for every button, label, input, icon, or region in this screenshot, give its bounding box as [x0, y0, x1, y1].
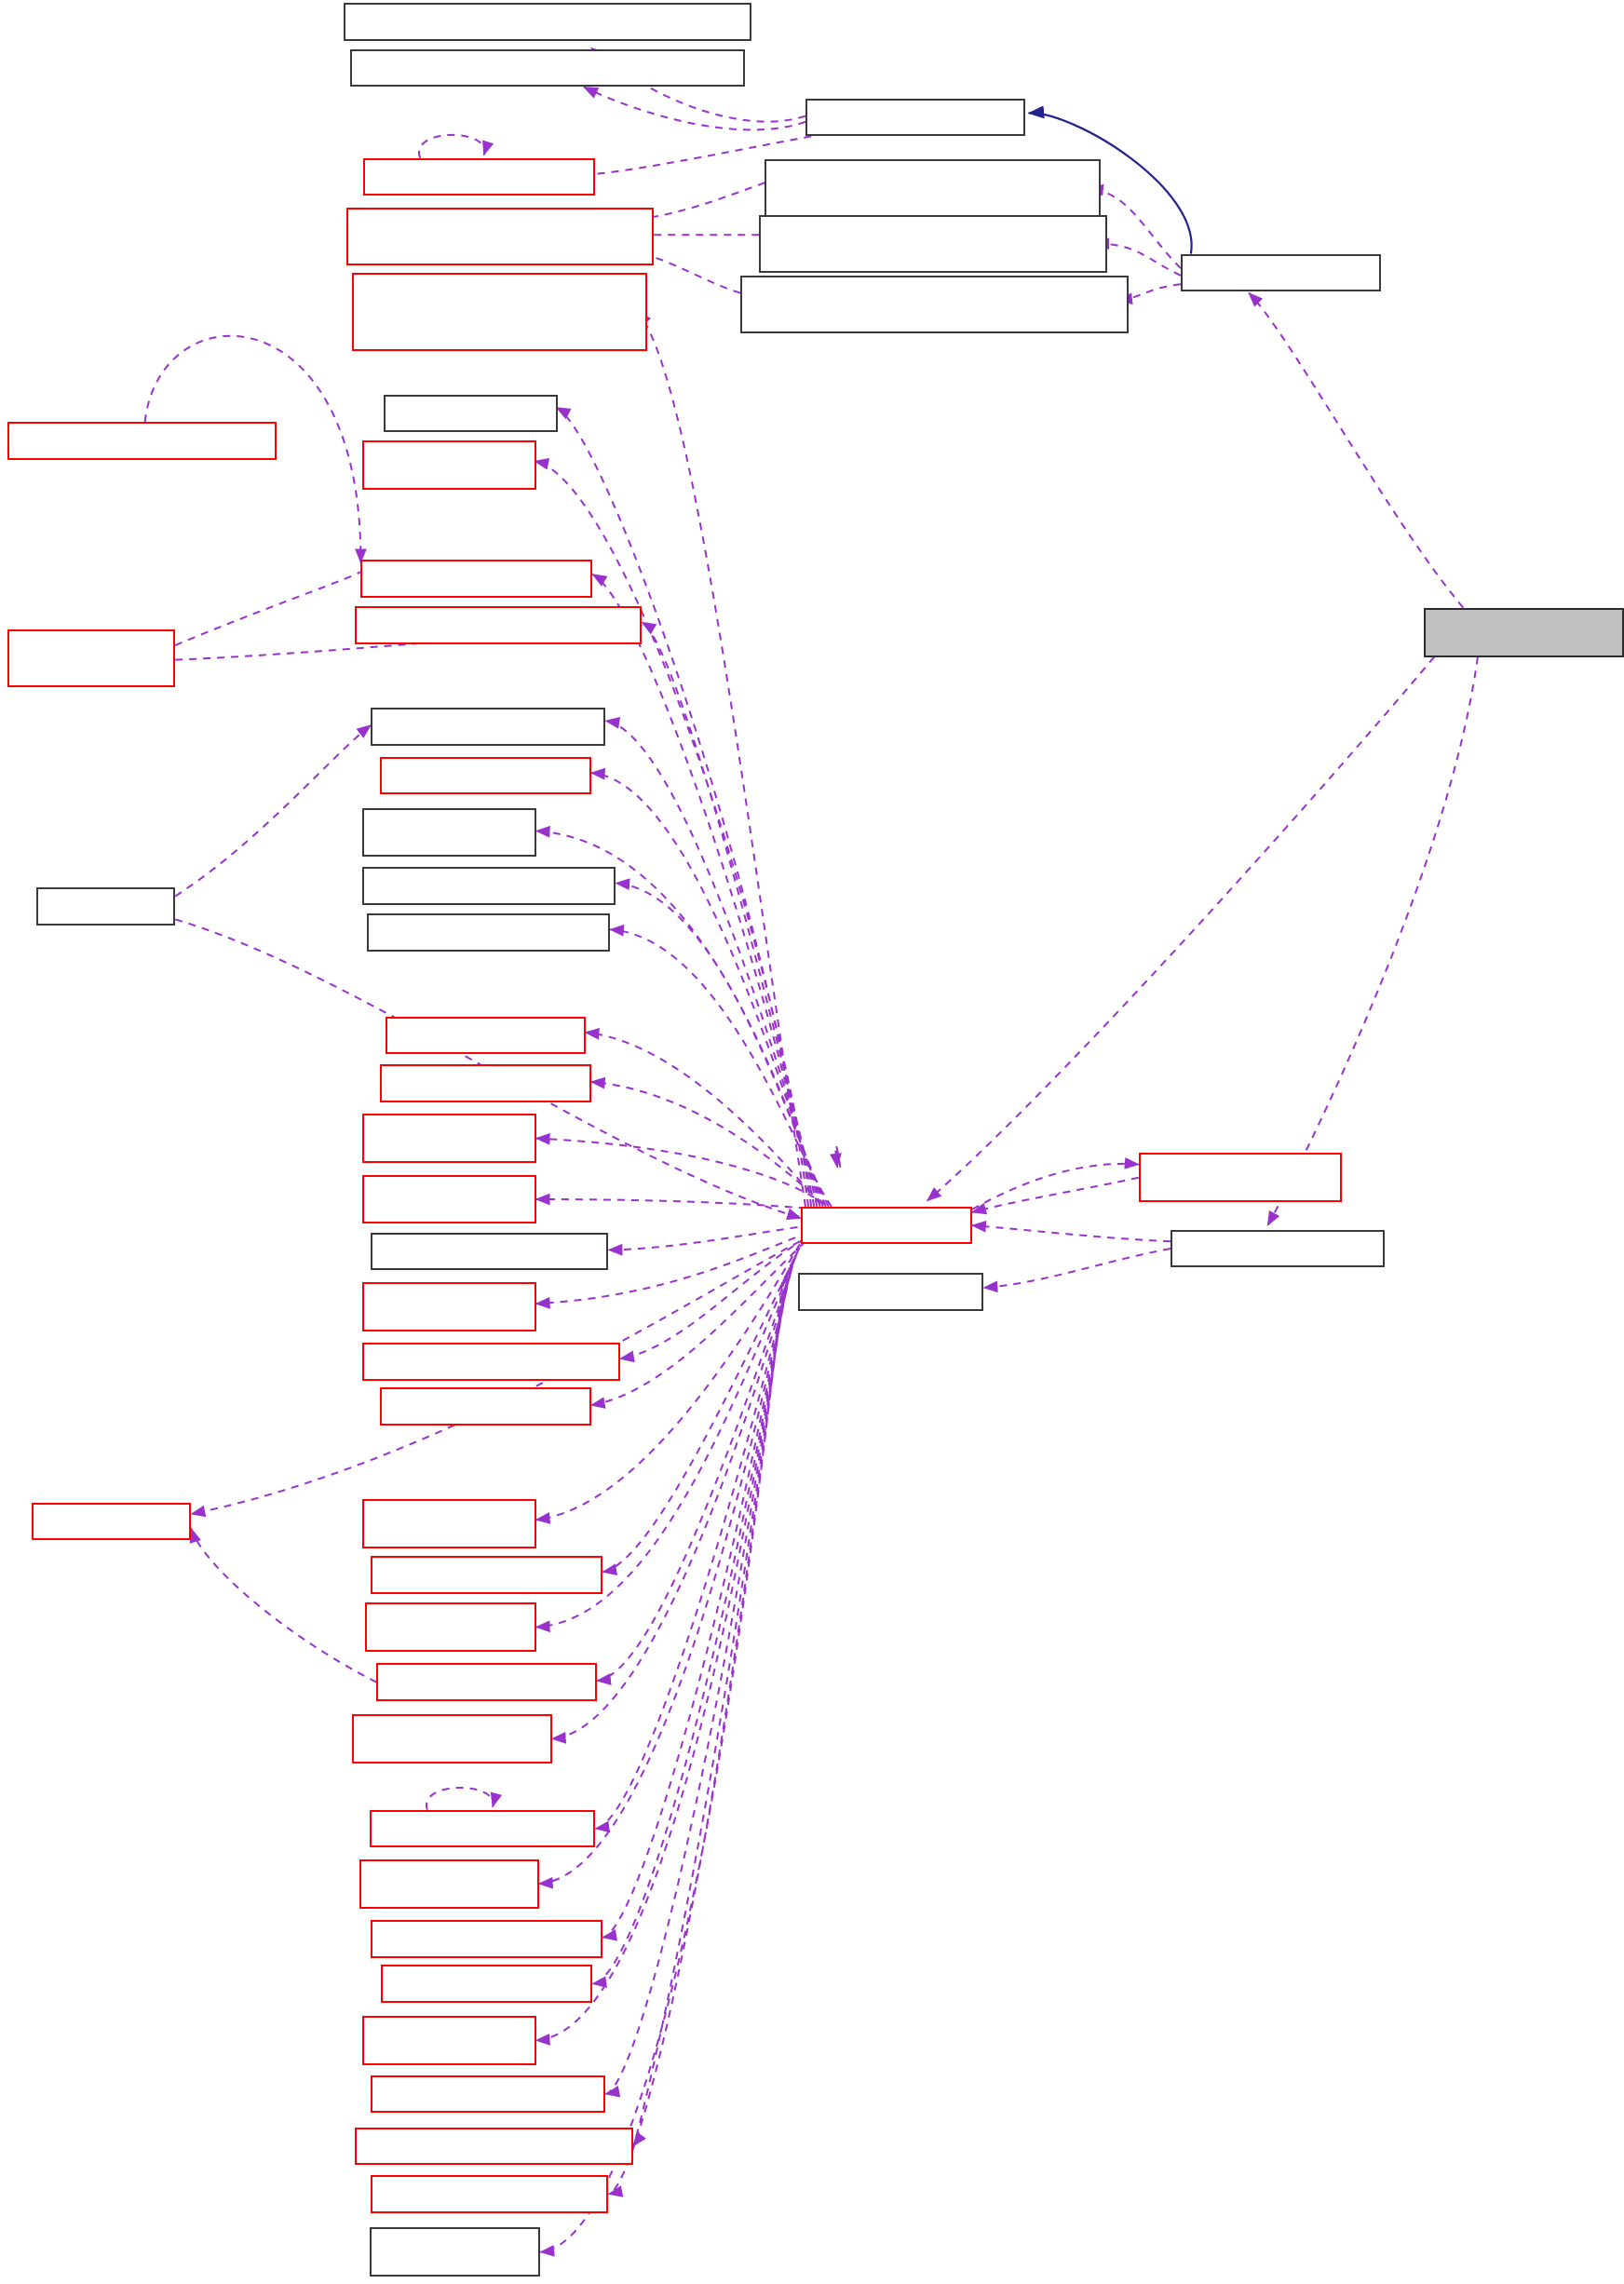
association-edge [1094, 237, 1182, 277]
association-edge [982, 1248, 1171, 1293]
association-edge [589, 1076, 824, 1205]
association-edge [426, 1787, 503, 1811]
class-node-tao-stub-factory[interactable] [385, 1016, 586, 1055]
class-node-tao-fault-tolerance-service[interactable] [361, 440, 536, 491]
class-node-tao-intrusive-ref-count-handle-rc-codebase-url-map[interactable] [739, 275, 1129, 334]
class-node-ace-string-base-char[interactable] [7, 422, 277, 460]
class-node-tao-flushing-strategy[interactable] [366, 913, 610, 952]
class-node-tao-ziop-adapter[interactable] [381, 1965, 593, 2003]
class-node-tao-adapter[interactable] [35, 887, 176, 926]
association-edge [189, 1527, 377, 1683]
association-edge [174, 723, 372, 898]
class-node-ace-lock-adapter-tao-synch-mutex[interactable] [359, 1858, 539, 1909]
association-edge [830, 1144, 842, 1169]
association-edge [589, 1240, 806, 1409]
class-node-tao-parser-registry[interactable] [379, 1387, 591, 1426]
class-node-tao-resource-factory[interactable] [371, 2075, 606, 2114]
class-node-ace-time-value[interactable] [384, 394, 558, 433]
association-edge [596, 1252, 798, 1685]
class-node-tao-cleanup-func-registry[interactable] [355, 606, 643, 644]
class-node-tao-request-dispatcher[interactable] [361, 867, 616, 905]
class-node-tao-orb-core[interactable] [801, 1206, 972, 1245]
class-node-tao-valuetype-adapter[interactable] [371, 2175, 609, 2213]
class-node-tao-thread-lane-resources-manager[interactable] [1138, 1153, 1342, 1203]
class-node-tao-orbinitializer-registry-adapter[interactable] [365, 1602, 536, 1652]
association-edge [970, 1220, 1171, 1243]
class-node-tao-objectkey-table[interactable] [371, 1920, 603, 1958]
association-edge [607, 1278, 785, 2197]
association-edge [636, 311, 806, 1207]
class-node-tao-endpoint-selector-factory[interactable] [361, 1174, 536, 1224]
class-node-ace-array-map-ace-cstring-ace-cstring[interactable] [7, 628, 176, 688]
association-edge [971, 1156, 1140, 1210]
association-edge [535, 1243, 801, 1524]
class-node-tao-service-context-registry[interactable] [361, 1281, 536, 1331]
class-node-ace-inputcdr[interactable] [805, 98, 1026, 137]
association-edge [584, 1027, 821, 1205]
association-edge [636, 182, 765, 224]
class-node-tao-server-strategy-factory[interactable] [361, 2015, 536, 2065]
association-edge [418, 133, 494, 159]
edge-layer [143, 47, 1479, 2257]
association-edge [591, 573, 816, 1207]
class-node-ace-message-block[interactable] [363, 157, 596, 196]
class-node-tao-policy-set[interactable] [32, 1502, 192, 1540]
class-node-tao-bidir-adapter[interactable] [379, 1064, 591, 1102]
association-edge [602, 1264, 792, 1941]
association-edge [641, 621, 819, 1208]
class-node-tao-client-strategy-factory[interactable] [361, 1114, 536, 1164]
class-node-tao-giop-locate-request-header[interactable] [1424, 607, 1624, 657]
association-edge [1248, 291, 1465, 609]
association-edge [591, 1267, 791, 1988]
class-node-tao-adapter-registry[interactable] [371, 708, 606, 746]
class-node-ace-atomic-op-tao-synch-mutex-unsigned-long[interactable] [352, 272, 648, 351]
class-node-tao-pseudo-var-t-object[interactable] [355, 2127, 633, 2166]
class-node-tao-intrusive-ref-count-handle-rc-value-map[interactable] [765, 159, 1102, 218]
class-node-tao-policy-current[interactable] [379, 756, 591, 795]
class-node-tao-orb-parameters[interactable] [360, 560, 593, 598]
association-edge [602, 1246, 801, 1575]
class-node-tao-intrusive-ref-count-handle-rc-repo-id-map[interactable] [759, 214, 1107, 273]
association-edge [589, 767, 824, 1208]
association-edge [615, 878, 830, 1208]
association-edge [174, 570, 372, 647]
association-edge [604, 717, 821, 1208]
class-node-tao-transport-queueing-strategy[interactable] [361, 807, 536, 858]
class-node-ace-wchar-codeset-translator[interactable] [343, 3, 752, 41]
class-node-tao-iorinterceptor-adapter[interactable] [369, 2227, 541, 2277]
association-edge [631, 1276, 787, 2147]
class-node-tao-inputcdr[interactable] [1180, 253, 1381, 292]
association-edge [926, 655, 1435, 1202]
association-edge [609, 924, 832, 1208]
association-edge [555, 406, 810, 1207]
association-edge [970, 1176, 1140, 1215]
class-node-tao-protocols-hooks[interactable] [371, 1556, 603, 1594]
uml-collaboration-diagram [0, 0, 1624, 2284]
association-edge [583, 86, 806, 131]
class-node-ace-char-codeset-translator[interactable] [350, 48, 745, 88]
association-edge [535, 1193, 820, 1210]
association-edge [607, 1224, 812, 1256]
association-edge [594, 1258, 795, 1833]
class-node-tao-intrusive-ref-count-object-obj-ace-lock[interactable] [345, 207, 654, 265]
association-edge [618, 1237, 806, 1363]
class-node-iop-taggedprofile[interactable] [798, 1273, 984, 1311]
association-edge [604, 1273, 788, 2098]
class-node-tao-clientrequestinterceptor-adapter[interactable] [352, 1713, 552, 1764]
class-node-tao-network-priority-protocols-hooks[interactable] [361, 1499, 536, 1549]
class-node-tao-codeset-manager[interactable] [371, 1232, 609, 1271]
class-node-tao-collocation-resolver[interactable] [361, 1343, 620, 1381]
association-edge [1266, 656, 1479, 1226]
association-edge [535, 1132, 827, 1207]
class-node-tao-tagged-profile[interactable] [1171, 1229, 1386, 1268]
class-node-ace-thread-manager[interactable] [369, 1809, 596, 1848]
class-node-tao-policy-manager[interactable] [376, 1663, 597, 1701]
